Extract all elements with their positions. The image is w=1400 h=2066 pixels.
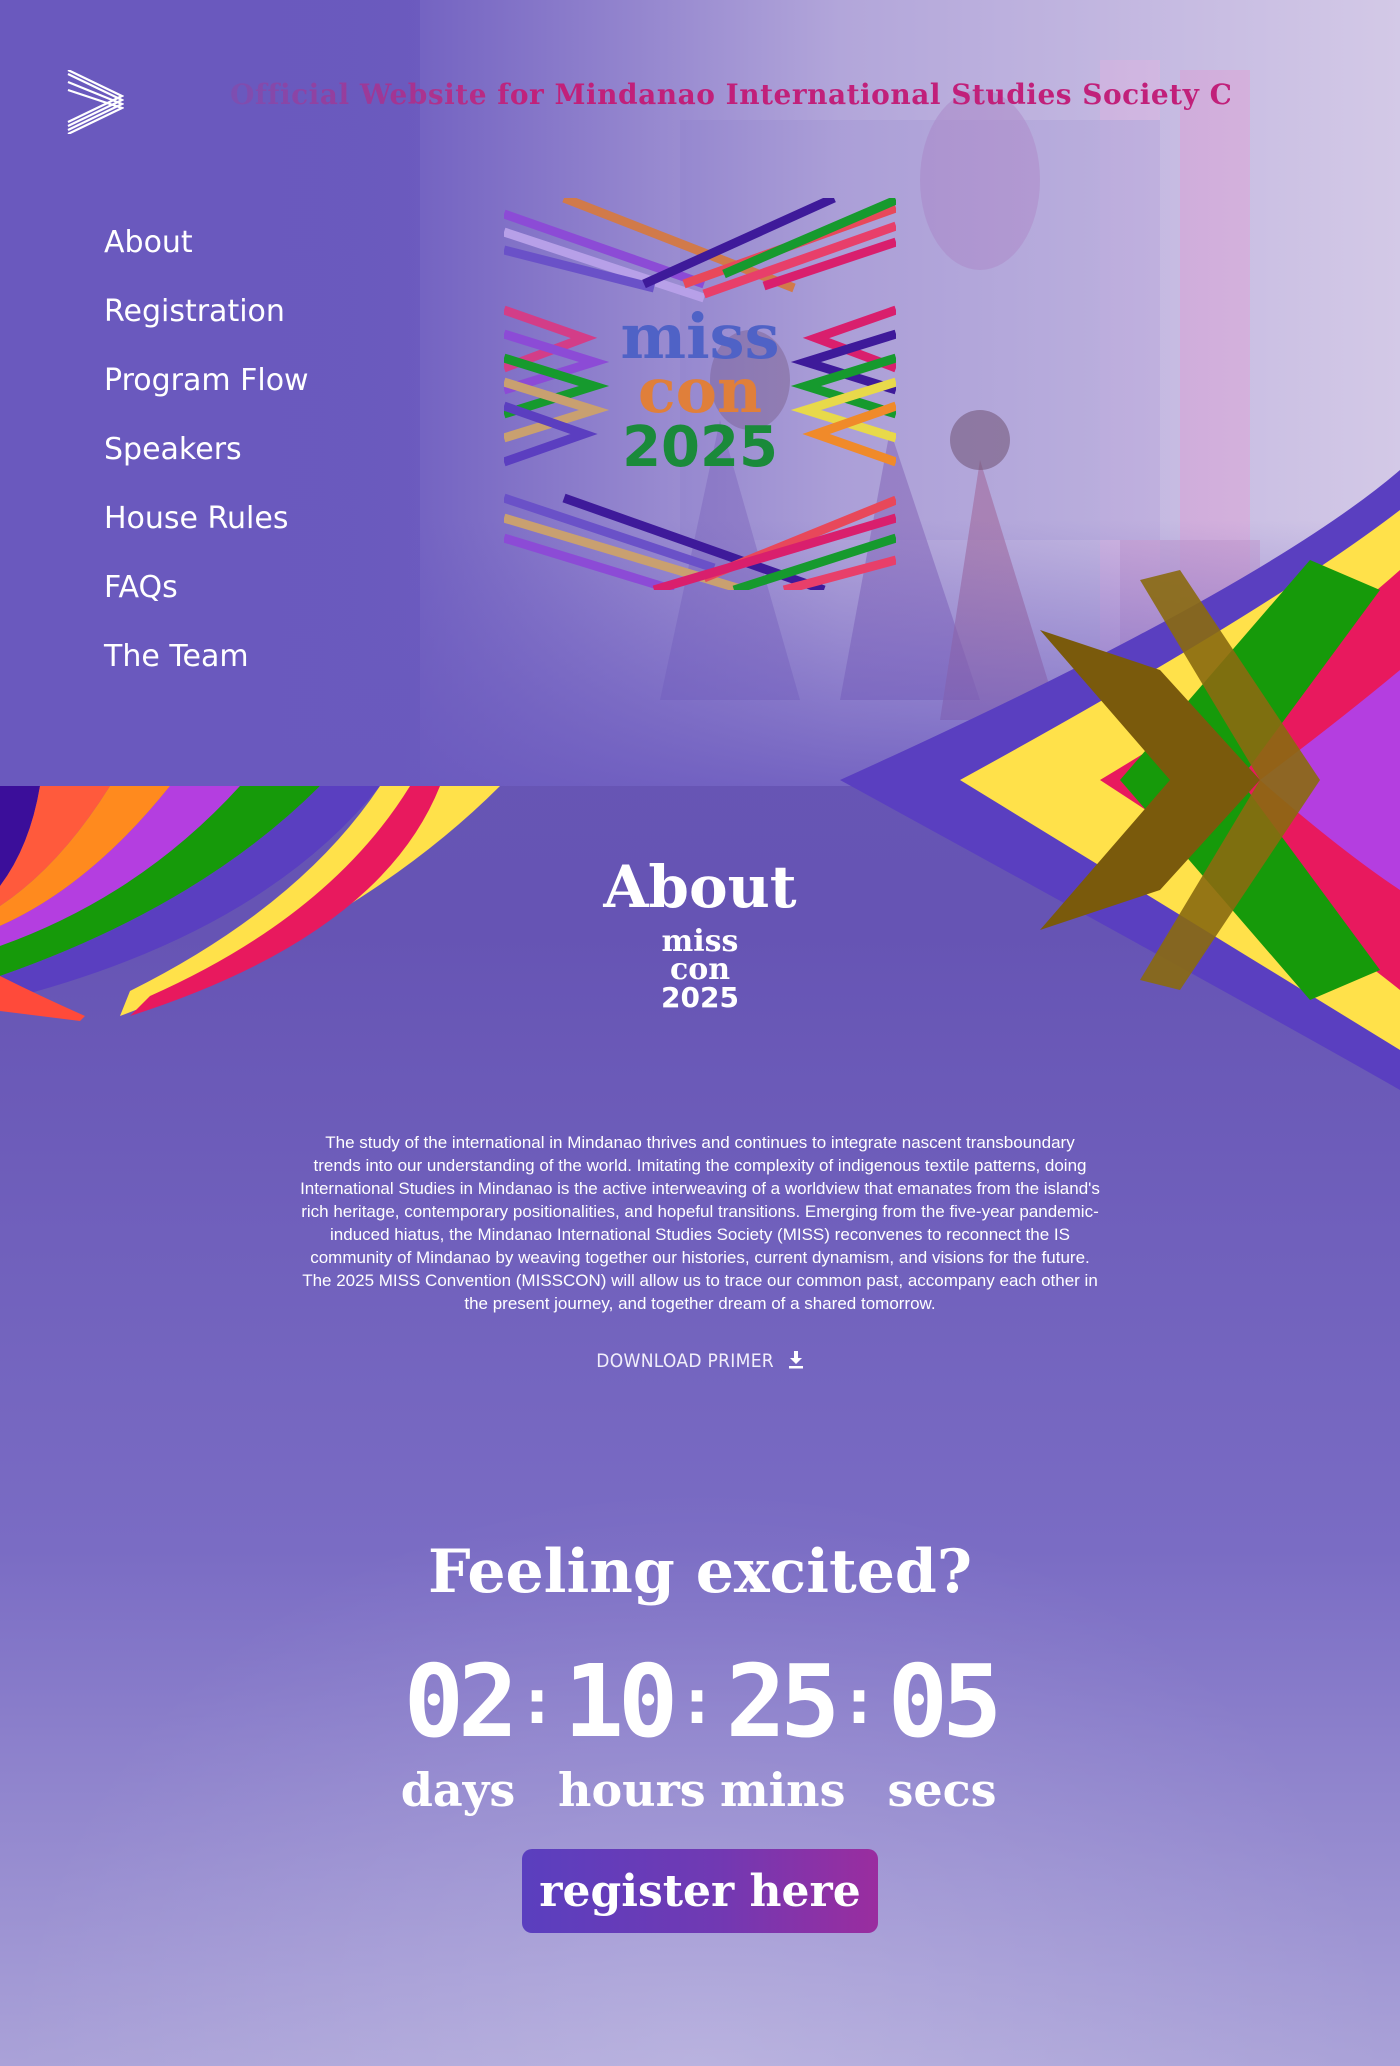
- countdown-secs-value: 05: [887, 1643, 1002, 1760]
- countdown-hours-label: hours: [558, 1763, 706, 1817]
- misscon-logo: miss con 2025: [504, 198, 896, 590]
- nav-item-faqs[interactable]: FAQs: [104, 553, 309, 622]
- countdown-secs: 05 secs: [882, 1650, 1002, 1818]
- nav-item-registration[interactable]: Registration: [104, 277, 309, 346]
- about-logo-line-year: 2025: [661, 981, 739, 1014]
- download-primer-label: DOWNLOAD PRIMER: [596, 1350, 774, 1372]
- register-here-button[interactable]: register here: [522, 1849, 878, 1933]
- sidebar-nav: About Registration Program Flow Speakers…: [104, 208, 309, 691]
- about-misscon-logo: miss con 2025: [0, 927, 1400, 1014]
- menu-weave-icon[interactable]: [66, 70, 124, 134]
- countdown-mins-label: mins: [720, 1763, 846, 1817]
- countdown-heading: Feeling excited?: [428, 1537, 972, 1607]
- countdown-hours-value: 10: [563, 1643, 678, 1760]
- countdown-separator: :: [685, 1668, 709, 1738]
- countdown-hours: 10 hours: [558, 1643, 706, 1818]
- about-description: The study of the international in Mindan…: [300, 1133, 1100, 1313]
- nav-item-program-flow[interactable]: Program Flow: [104, 346, 309, 415]
- about-heading: About: [603, 853, 797, 921]
- countdown-mins: 25 mins: [720, 1643, 846, 1818]
- countdown-separator: :: [525, 1668, 549, 1738]
- site-title: Official Website for Mindanao Internatio…: [230, 78, 1230, 111]
- countdown-days: 02 days: [398, 1643, 519, 1818]
- logo-line-year: 2025: [622, 415, 778, 480]
- countdown-separator: :: [847, 1668, 871, 1738]
- countdown-timer: 02 days : 10 hours : 25 mins : 05 secs: [398, 1643, 1003, 1820]
- countdown-mins-value: 25: [725, 1643, 840, 1760]
- countdown-days-value: 02: [403, 1643, 518, 1760]
- nav-item-house-rules[interactable]: House Rules: [104, 484, 309, 553]
- download-primer-link[interactable]: DOWNLOAD PRIMER: [0, 1350, 1400, 1372]
- nav-item-the-team[interactable]: The Team: [104, 622, 309, 691]
- download-icon: [788, 1351, 803, 1369]
- nav-item-about[interactable]: About: [104, 208, 309, 277]
- countdown-secs-label: secs: [887, 1763, 997, 1817]
- nav-item-speakers[interactable]: Speakers: [104, 415, 309, 484]
- countdown-days-label: days: [400, 1763, 516, 1817]
- about-logo-line-con: con: [669, 952, 731, 987]
